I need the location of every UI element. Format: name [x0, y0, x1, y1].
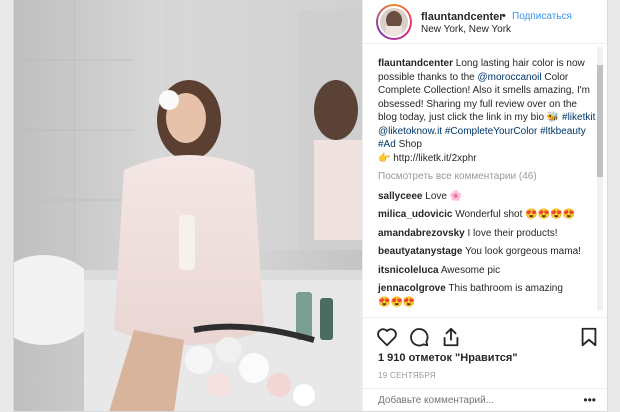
- likes-count[interactable]: 1 910 отметок "Нравится": [378, 352, 518, 364]
- avatar-image: [378, 6, 410, 38]
- caption-link[interactable]: http://liketk.it/2xphr: [393, 153, 476, 164]
- comment-username[interactable]: milica_udovicic: [378, 209, 452, 220]
- comment-item: jennacolgrove This bathroom is amazing 😍…: [378, 282, 596, 309]
- more-options-icon[interactable]: •••: [583, 393, 596, 407]
- comment-text: I love their products!: [467, 227, 558, 239]
- post-action-bar: [363, 317, 607, 353]
- comment-text: Wonderful shot: [455, 209, 523, 220]
- comment-item: milica_udovicic Wonderful shot 😍😍😍😍: [378, 208, 596, 222]
- add-comment-bar: •••: [363, 388, 607, 411]
- post-photo[interactable]: [14, 0, 362, 411]
- comments-scroll-area[interactable]: flauntandcenter Long lasting hair color …: [363, 45, 607, 315]
- header-location[interactable]: New York, New York: [421, 24, 511, 35]
- pointing-hand-icon: 👉: [378, 152, 391, 164]
- flower-emoji-icon: 🌸: [449, 190, 463, 202]
- comments-scrollbar[interactable]: [597, 47, 603, 311]
- comment-text: You look gorgeous mama!: [465, 246, 581, 257]
- scrollbar-thumb[interactable]: [597, 65, 603, 177]
- caption-username[interactable]: flauntandcenter: [378, 58, 453, 69]
- bee-emoji-icon: 🐝: [546, 112, 560, 123]
- caption-mention-liketoknow[interactable]: @liketoknow.it: [378, 126, 442, 137]
- caption-text-3: Shop: [398, 139, 422, 150]
- photo-illustration: [14, 0, 362, 411]
- comment-text: Love: [425, 190, 447, 202]
- comment-username[interactable]: amandabrezovsky: [378, 228, 465, 239]
- comment-item: itsnicoleluca Awesome pic: [378, 264, 596, 278]
- post-header: flauntandcenter • Подписаться New York, …: [363, 0, 607, 44]
- heart-icon[interactable]: [376, 326, 398, 348]
- caption-hashtag-liketkit[interactable]: #liketkit: [562, 112, 595, 123]
- header-username[interactable]: flauntandcenter: [421, 11, 504, 23]
- post-date: 19 СЕНТЯБРЯ: [378, 371, 436, 380]
- comment-username[interactable]: itsnicoleluca: [378, 265, 439, 276]
- add-comment-input[interactable]: [378, 395, 558, 406]
- comment-text: This bathroom is amazing: [448, 283, 563, 294]
- comment-icon[interactable]: [408, 326, 430, 348]
- caption-hashtag-completeyourcolor[interactable]: #CompleteYourColor: [445, 126, 537, 137]
- heart-eyes-emoji-icon: 😍😍😍😍: [525, 209, 575, 220]
- view-all-comments-link[interactable]: Посмотреть все комментарии (46): [378, 170, 596, 184]
- comment-item: amandabrezovsky I love their products!: [378, 227, 596, 241]
- comment-text: Awesome pic: [440, 264, 501, 276]
- post-caption: flauntandcenter Long lasting hair color …: [378, 57, 596, 165]
- heart-eyes-emoji-icon: 😍😍😍: [378, 296, 416, 308]
- bookmark-icon[interactable]: [578, 326, 600, 348]
- comment-item: beautyatanystage You look gorgeous mama!: [378, 245, 596, 259]
- header-separator: •: [502, 10, 506, 22]
- comment-username[interactable]: sallyceee: [378, 191, 423, 202]
- post-sidebar: flauntandcenter • Подписаться New York, …: [362, 0, 607, 411]
- caption-hashtag-ad[interactable]: #Ad: [378, 139, 396, 150]
- comment-username[interactable]: jennacolgrove: [378, 283, 446, 294]
- share-icon[interactable]: [440, 326, 462, 348]
- comment-item: sallyceee Love 🌸: [378, 190, 596, 204]
- comment-username[interactable]: beautyatanystage: [378, 246, 462, 257]
- avatar[interactable]: [376, 4, 412, 40]
- post-frame: flauntandcenter • Подписаться New York, …: [13, 0, 608, 412]
- caption-mention-moroccanoil[interactable]: @moroccanoil: [478, 72, 542, 83]
- follow-button[interactable]: Подписаться: [512, 11, 572, 22]
- caption-hashtag-ltkbeauty[interactable]: #ltkbeauty: [540, 126, 586, 137]
